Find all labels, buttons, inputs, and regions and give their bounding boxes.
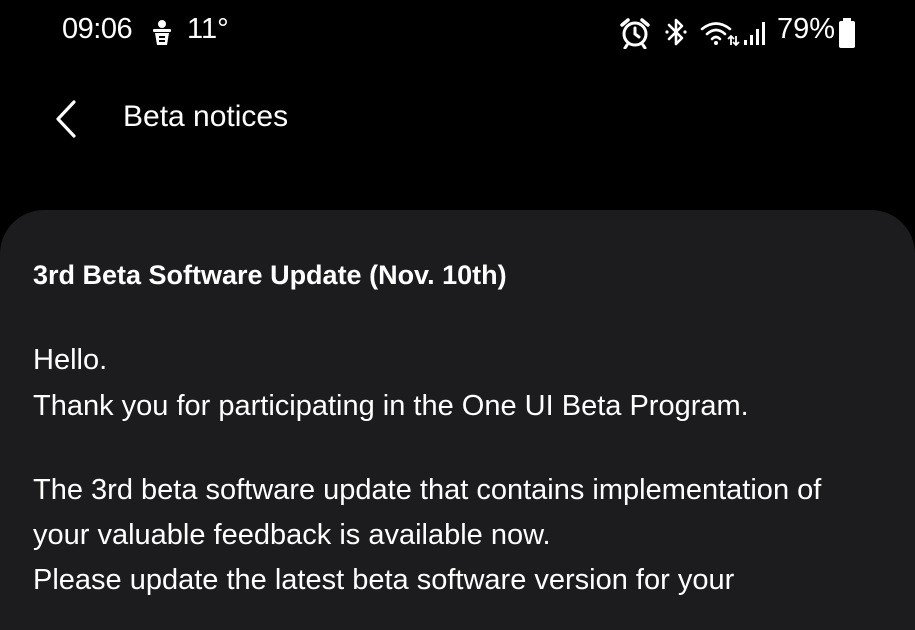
chevron-left-icon bbox=[52, 99, 80, 144]
notice-card: 3rd Beta Software Update (Nov. 10th) Hel… bbox=[0, 210, 915, 630]
notice-paragraph-line: your valuable feedback is available now. bbox=[33, 519, 551, 551]
app-header: Beta notices bbox=[0, 80, 915, 164]
notice-paragraph-line: The 3rd beta software update that contai… bbox=[33, 474, 822, 506]
page-title: Beta notices bbox=[123, 100, 289, 133]
battery-percent: 79% bbox=[777, 13, 836, 45]
status-bar: 09:06 11° 79% bbox=[0, 0, 915, 64]
notice-greeting: Hello. bbox=[33, 344, 108, 376]
wifi-icon bbox=[700, 20, 740, 48]
battery-icon bbox=[838, 17, 856, 49]
cellular-signal-icon bbox=[742, 18, 770, 46]
status-time: 09:06 bbox=[62, 13, 133, 45]
bluetooth-icon bbox=[665, 16, 687, 48]
back-button[interactable] bbox=[40, 92, 92, 150]
status-temperature: 11° bbox=[187, 13, 229, 45]
weather-icon bbox=[150, 18, 174, 48]
notice-thanks: Thank you for participating in the One U… bbox=[33, 390, 749, 422]
alarm-clock-icon bbox=[619, 17, 651, 50]
notice-title: 3rd Beta Software Update (Nov. 10th) bbox=[33, 260, 507, 290]
notice-paragraph-line: Please update the latest beta software v… bbox=[33, 564, 735, 596]
